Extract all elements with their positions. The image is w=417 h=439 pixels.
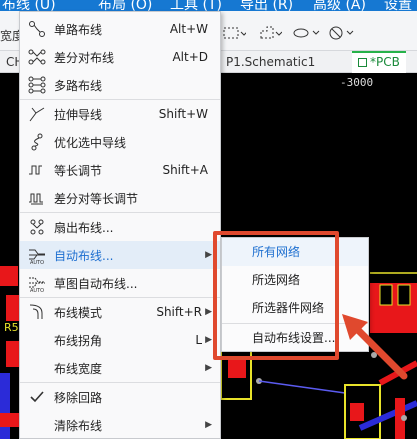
route-width-icon — [26, 359, 48, 377]
menu-item-label: 优化选中导线 — [54, 135, 127, 150]
route-corner-icon — [26, 331, 48, 349]
menu-export[interactable]: 导出 (R) — [240, 0, 293, 11]
route-mode-icon — [26, 303, 48, 321]
pcb-pad — [350, 403, 364, 421]
diff-length-tune-icon — [26, 189, 48, 207]
shortcut: Alt+D — [172, 50, 208, 64]
menu-item-diff-pair[interactable]: 差分对布线 Alt+D — [20, 43, 220, 71]
optimize-wire-icon — [26, 133, 48, 151]
menu-item-label: 差分对等长调节 — [54, 191, 139, 206]
menu-item-label: 布线模式 — [54, 305, 103, 320]
shape-icon[interactable] — [292, 25, 320, 41]
menu-item-multi-route[interactable]: 多路布线 — [20, 71, 220, 99]
shortcut: L — [195, 333, 202, 347]
pcb-pad — [6, 295, 19, 321]
fanout-icon — [26, 218, 48, 236]
svg-text:AUTO: AUTO — [30, 260, 44, 264]
menu-item-route-corner[interactable]: 布线拐角 L ▶ — [20, 326, 220, 354]
toolbar-icons — [220, 25, 356, 41]
menu-item-route-mode[interactable]: 布线模式 Shift+R ▶ — [20, 298, 220, 326]
multi-route-icon — [26, 76, 48, 94]
no-entry-icon[interactable] — [328, 25, 356, 41]
menu-item-label: 等长调节 — [54, 163, 103, 178]
menu-item-label: 布线拐角 — [54, 333, 103, 348]
length-tune-icon — [26, 161, 48, 179]
pcb-pad-outline — [397, 284, 411, 306]
shortcut: Shift+W — [158, 107, 208, 121]
menu-route[interactable]: 布线 (U) — [2, 0, 56, 11]
pcb-trace — [258, 380, 346, 394]
menubar: 布线 (U) 布局 (O) 工具 (T) 导出 (R) 高级 (A) 设置 — [0, 0, 417, 11]
shortcut: Alt+W — [169, 22, 208, 36]
silk-label: R5 — [4, 321, 19, 334]
menu-item-label: 布线宽度 — [54, 361, 103, 376]
autoroute-icon: AUTO — [26, 246, 48, 264]
menu-item-label: 草图自动布线... — [54, 276, 138, 291]
submenu-arrow-icon: ▶ — [205, 363, 212, 373]
pcb-pad — [0, 413, 19, 427]
menu-item-stretch-wire[interactable]: 拉伸导线 Shift+W — [20, 100, 220, 128]
pcb-trace — [358, 400, 417, 431]
menu-item-fanout[interactable]: 扇出布线... — [20, 213, 220, 241]
menu-item-sketch-autoroute[interactable]: AUTO 草图自动布线... — [20, 269, 220, 297]
menu-item-diff-length-tune[interactable]: 差分对等长调节 — [20, 184, 220, 212]
submenu-arrow-icon: ▶ — [205, 307, 212, 317]
pcb-pad-outline — [379, 284, 393, 306]
single-route-icon — [26, 20, 48, 38]
tab-pcb[interactable]: *PCB — [352, 51, 406, 73]
menu-tools[interactable]: 工具 (T) — [170, 0, 222, 11]
stretch-wire-icon — [26, 105, 48, 123]
submenu-arrow-icon: ▶ — [205, 250, 212, 260]
shortcut: Shift+R — [156, 305, 202, 319]
pcb-tab-label: *PCB — [370, 55, 400, 69]
menu-item-route-width[interactable]: 布线宽度 ▶ — [20, 354, 220, 382]
check-icon — [26, 388, 48, 406]
annotation-arrow-icon — [342, 314, 408, 380]
pcb-trace — [0, 373, 10, 439]
lasso-select-icon[interactable] — [256, 25, 284, 41]
menu-item-remove-loop[interactable]: 移除回路 — [20, 383, 220, 411]
ruler-label: -3000 — [340, 76, 374, 89]
pcb-pad — [0, 266, 18, 286]
menu-item-label: 扇出布线... — [54, 220, 114, 235]
menu-item-length-tune[interactable]: 等长调节 Shift+A — [20, 156, 220, 184]
menu-item-label: 清除布线 — [54, 418, 103, 433]
clear-route-icon — [26, 416, 48, 434]
pcb-pad — [228, 358, 246, 378]
menu-item-label: 多路布线 — [54, 78, 103, 93]
pcb-via — [401, 415, 407, 421]
menu-item-optimize-wire[interactable]: 优化选中导线 — [20, 128, 220, 156]
menu-item-single-route[interactable]: 单路布线 Alt+W — [20, 15, 220, 43]
menu-item-label: 拉伸导线 — [54, 107, 103, 122]
route-menu: 单路布线 Alt+W 差分对布线 Alt+D 多路布线 拉伸导线 Shift+W… — [19, 11, 221, 439]
annotation-highlight-box — [213, 231, 339, 360]
menu-advanced[interactable]: 高级 (A) — [313, 0, 366, 11]
diff-pair-icon — [26, 48, 48, 66]
tab-schematic[interactable]: P1.Schematic1 — [220, 51, 321, 73]
submenu-arrow-icon: ▶ — [205, 335, 212, 345]
menu-item-label: 移除回路 — [54, 390, 103, 405]
menu-item-clear-route[interactable]: 清除布线 ▶ — [20, 411, 220, 439]
sketch-autoroute-icon: AUTO — [26, 274, 48, 292]
menu-item-label: 自动布线... — [54, 248, 114, 263]
pcb-tab-icon — [358, 58, 367, 67]
menu-item-label: 单路布线 — [54, 22, 103, 37]
shortcut: Shift+A — [162, 163, 208, 177]
pcb-pad — [6, 341, 19, 367]
svg-text:AUTO: AUTO — [30, 288, 44, 292]
menu-item-autoroute[interactable]: AUTO 自动布线... ▶ — [20, 241, 220, 269]
menu-settings[interactable]: 设置 — [384, 0, 412, 11]
menu-item-label: 差分对布线 — [54, 50, 115, 65]
rect-select-icon[interactable] — [220, 25, 248, 41]
submenu-arrow-icon: ▶ — [205, 420, 212, 430]
menu-layout[interactable]: 布局 (O) — [98, 0, 152, 11]
